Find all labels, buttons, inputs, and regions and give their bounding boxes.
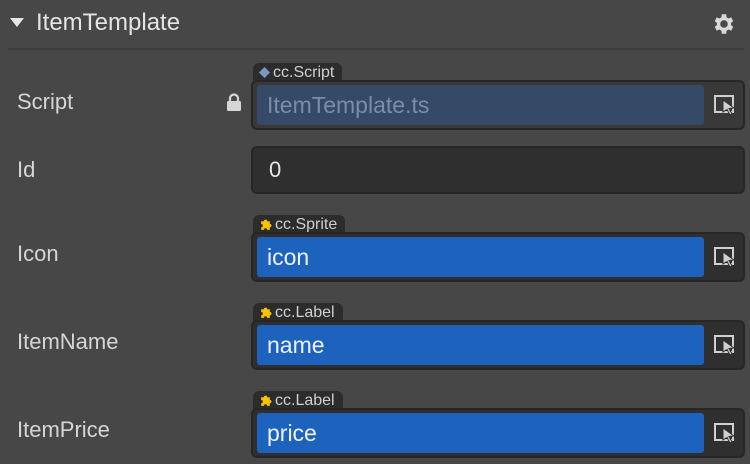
icon-type-label: cc.Sprite — [275, 216, 338, 233]
script-asset-icon — [259, 67, 270, 79]
locate-node-icon[interactable] — [713, 246, 737, 268]
item-price-label: ItemPrice — [17, 417, 110, 442]
item-name-label: ItemName — [17, 329, 119, 354]
icon-label: Icon — [17, 241, 59, 266]
component-header: ItemTemplate — [0, 0, 750, 48]
id-label: Id — [17, 157, 36, 182]
component-puzzle-icon — [261, 307, 272, 319]
script-label: Script — [17, 89, 74, 114]
item-name-field[interactable]: name — [251, 320, 745, 370]
icon-value[interactable]: icon — [257, 237, 704, 277]
script-value[interactable]: ItemTemplate.ts — [257, 85, 704, 125]
item-price-field[interactable]: price — [251, 408, 745, 458]
component-puzzle-icon — [261, 219, 272, 231]
locate-node-icon[interactable] — [713, 334, 737, 356]
collapse-toggle-icon[interactable] — [10, 18, 24, 27]
icon-field[interactable]: icon — [251, 232, 745, 282]
id-input[interactable]: 0 — [251, 146, 745, 194]
item-name-type-label: cc.Label — [275, 304, 335, 321]
item-name-value[interactable]: name — [257, 325, 704, 365]
component-puzzle-icon — [261, 395, 272, 407]
script-type-label: cc.Script — [273, 64, 335, 81]
item-price-value[interactable]: price — [257, 413, 704, 453]
script-field[interactable]: ItemTemplate.ts — [251, 80, 745, 130]
locate-asset-icon[interactable] — [713, 94, 737, 116]
component-title: ItemTemplate — [36, 9, 181, 36]
gear-icon[interactable] — [710, 11, 736, 37]
lock-icon — [227, 93, 241, 111]
item-price-type-label: cc.Label — [275, 392, 335, 409]
locate-node-icon[interactable] — [713, 422, 737, 444]
header-divider — [8, 48, 744, 50]
